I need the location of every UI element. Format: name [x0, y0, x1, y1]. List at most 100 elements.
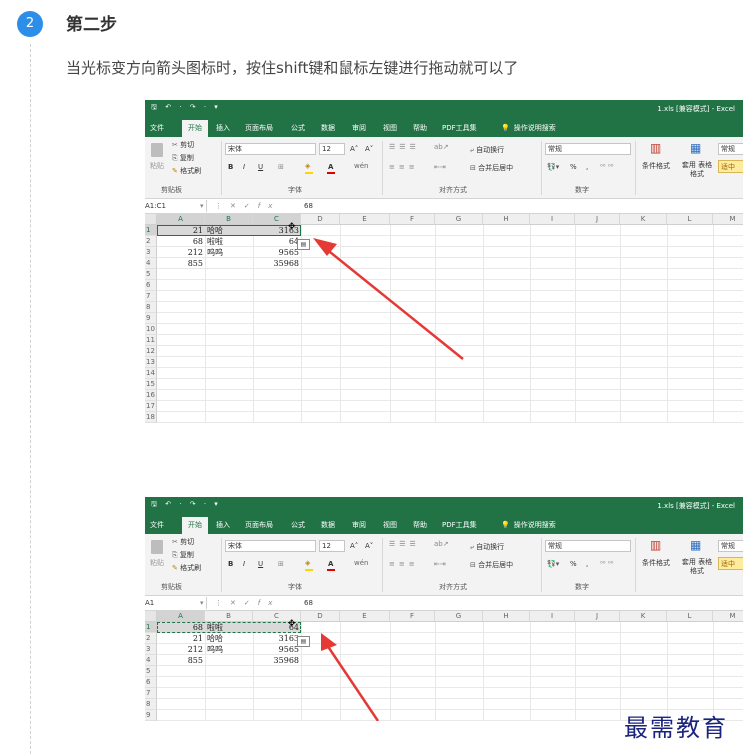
align-left-icons[interactable]: ≡≡≡ — [389, 560, 419, 568]
percent-button[interactable]: % — [570, 163, 577, 171]
decimal-icons[interactable]: ⁰⁰ ⁰⁰ — [600, 560, 613, 568]
italic-button[interactable]: I — [243, 163, 245, 171]
cell-style-normal[interactable]: 常规 — [718, 143, 743, 155]
merge-center-button[interactable]: ⊟ 合并后居中 — [470, 163, 513, 173]
tab-2[interactable]: 插入 — [216, 520, 230, 530]
shrink-font-button[interactable]: A˅ — [365, 542, 373, 550]
format-painter-button[interactable]: ✎ 格式刷 — [172, 166, 201, 176]
align-top-icons[interactable]: ☰☰☰ — [389, 540, 420, 548]
formula-buttons[interactable]: ⋮✕✓fx — [215, 202, 280, 210]
tab-9[interactable]: PDF工具集 — [442, 520, 477, 530]
phonetic-button[interactable]: wén — [354, 162, 368, 170]
formula-input[interactable]: 68 — [304, 599, 313, 607]
formula-buttons[interactable]: ⋮✕✓fx — [215, 599, 280, 607]
format-table-icon[interactable]: ▦ — [690, 141, 701, 155]
comma-button[interactable]: , — [586, 163, 588, 171]
tab-7[interactable]: 视图 — [383, 123, 397, 133]
copy-button[interactable]: ⎘ 复制 — [172, 550, 194, 560]
font-color-button[interactable]: A — [328, 560, 333, 568]
tab-2[interactable]: 插入 — [216, 123, 230, 133]
name-box-dropdown-icon[interactable]: ▾ — [200, 599, 204, 607]
tab-8[interactable]: 帮助 — [413, 520, 427, 530]
copy-button[interactable]: ⎘ 复制 — [172, 153, 194, 163]
currency-icon[interactable]: 💱▾ — [547, 163, 559, 171]
font-size-select[interactable]: 12 — [319, 143, 345, 155]
format-table-button[interactable]: 套用 表格格式 — [680, 558, 714, 576]
indent-icon[interactable]: ⇤⇥ — [434, 560, 446, 568]
grow-font-button[interactable]: A˄ — [350, 542, 358, 550]
tab-0[interactable]: 文件 — [150, 520, 164, 530]
tab-0[interactable]: 文件 — [150, 123, 164, 133]
conditional-format-icon[interactable]: ▥ — [650, 141, 661, 155]
comma-button[interactable]: , — [586, 560, 588, 568]
cut-button[interactable]: ✂ 剪切 — [172, 537, 194, 547]
tab-5[interactable]: 数据 — [321, 520, 335, 530]
shrink-font-button[interactable]: A˅ — [365, 145, 373, 153]
currency-icon[interactable]: 💱▾ — [547, 560, 559, 568]
name-box[interactable]: A1 — [145, 599, 154, 607]
font-name-select[interactable]: 宋体 — [225, 143, 316, 155]
italic-button[interactable]: I — [243, 560, 245, 568]
cut-button[interactable]: ✂ 剪切 — [172, 140, 194, 150]
tab-6[interactable]: 审阅 — [352, 123, 366, 133]
tab-3[interactable]: 页面布局 — [245, 520, 273, 530]
align-top-icons[interactable]: ☰☰☰ — [389, 143, 420, 151]
border-icon[interactable]: ⊞ — [278, 163, 284, 171]
lightbulb-icon: 💡 — [501, 124, 510, 132]
percent-button[interactable]: % — [570, 560, 577, 568]
conditional-format-button[interactable]: 条件格式 — [642, 558, 670, 568]
conditional-format-button[interactable]: 条件格式 — [642, 161, 670, 171]
tab-1[interactable]: 开始 — [182, 517, 208, 534]
tab-6[interactable]: 审阅 — [352, 520, 366, 530]
format-painter-button[interactable]: ✎ 格式刷 — [172, 563, 201, 573]
tab-3[interactable]: 页面布局 — [245, 123, 273, 133]
orientation-icon[interactable]: ab↗ — [434, 143, 449, 151]
tab-10[interactable]: 💡 操作说明搜索 — [501, 520, 556, 530]
underline-button[interactable]: U — [258, 560, 263, 568]
bold-button[interactable]: B — [228, 560, 233, 568]
conditional-format-icon[interactable]: ▥ — [650, 538, 661, 552]
tab-4[interactable]: 公式 — [291, 123, 305, 133]
paste-button[interactable]: 粘贴 — [150, 161, 164, 171]
border-icon[interactable]: ⊞ — [278, 560, 284, 568]
formula-input[interactable]: 68 — [304, 202, 313, 210]
cell-style-normal[interactable]: 常规 — [718, 540, 743, 552]
tab-10[interactable]: 💡 操作说明搜索 — [501, 123, 556, 133]
name-box-dropdown-icon[interactable]: ▾ — [200, 202, 204, 210]
fill-color-icon[interactable]: ◈ — [305, 559, 310, 567]
name-box[interactable]: A1:C1 — [145, 202, 166, 210]
tab-9[interactable]: PDF工具集 — [442, 123, 477, 133]
ribbon-home: 粘贴 ✂ 剪切 ⎘ 复制 ✎ 格式刷 剪贴板 宋体 12 A˄ A˅ B I U… — [145, 137, 743, 199]
number-format-select[interactable]: 常规 — [545, 143, 631, 155]
number-format-select[interactable]: 常规 — [545, 540, 631, 552]
tab-1[interactable]: 开始 — [182, 120, 208, 137]
grow-font-button[interactable]: A˄ — [350, 145, 358, 153]
phonetic-button[interactable]: wén — [354, 559, 368, 567]
underline-button[interactable]: U — [258, 163, 263, 171]
align-left-icons[interactable]: ≡≡≡ — [389, 163, 419, 171]
wrap-text-button[interactable]: ⤶ 自动换行 — [470, 145, 504, 155]
merge-center-button[interactable]: ⊟ 合并后居中 — [470, 560, 513, 570]
wrap-text-button[interactable]: ⤶ 自动换行 — [470, 542, 504, 552]
decimal-icons[interactable]: ⁰⁰ ⁰⁰ — [600, 163, 613, 171]
format-table-icon[interactable]: ▦ — [690, 538, 701, 552]
paste-button[interactable]: 粘贴 — [150, 558, 164, 568]
bold-button[interactable]: B — [228, 163, 233, 171]
quick-access-toolbar[interactable]: 🖫 ↶ · ↷ · ▾ — [151, 500, 221, 511]
tab-4[interactable]: 公式 — [291, 520, 305, 530]
orientation-icon[interactable]: ab↗ — [434, 540, 449, 548]
indent-icon[interactable]: ⇤⇥ — [434, 163, 446, 171]
font-size-select[interactable]: 12 — [319, 540, 345, 552]
tab-5[interactable]: 数据 — [321, 123, 335, 133]
paste-icon[interactable] — [151, 143, 163, 157]
format-table-button[interactable]: 套用 表格格式 — [680, 161, 714, 179]
tab-8[interactable]: 帮助 — [413, 123, 427, 133]
font-color-button[interactable]: A — [328, 163, 333, 171]
cell-style-neutral[interactable]: 适中 — [718, 557, 743, 570]
fill-color-icon[interactable]: ◈ — [305, 162, 310, 170]
font-name-select[interactable]: 宋体 — [225, 540, 316, 552]
cell-style-neutral[interactable]: 适中 — [718, 160, 743, 173]
tab-7[interactable]: 视图 — [383, 520, 397, 530]
quick-access-toolbar[interactable]: 🖫 ↶ · ↷ · ▾ — [151, 103, 221, 114]
paste-icon[interactable] — [151, 540, 163, 554]
